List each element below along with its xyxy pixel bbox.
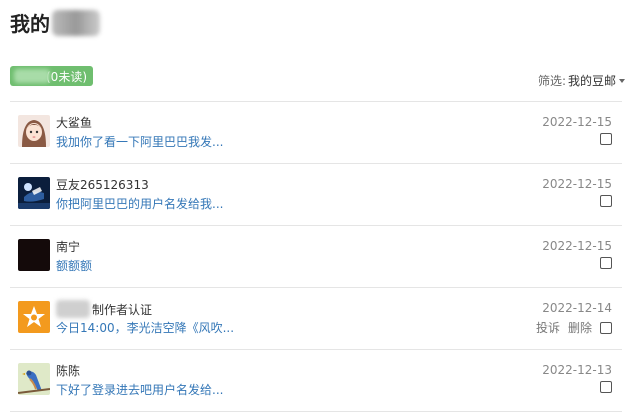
message-preview-link[interactable]: 你把阿里巴巴的用户名发给我... <box>56 195 223 212</box>
message-list: 大鲨鱼 我加你了看一下阿里巴巴我发... 2022-12-15 豆友265126… <box>10 101 622 412</box>
sender-name-text: 制作者认证 <box>92 302 153 317</box>
select-checkbox[interactable] <box>600 195 612 207</box>
unread-count-label: (0未读) <box>46 69 87 84</box>
select-checkbox[interactable] <box>600 257 612 269</box>
report-link[interactable]: 投诉 <box>536 319 560 336</box>
select-checkbox[interactable] <box>600 321 612 334</box>
chevron-down-icon <box>619 79 625 83</box>
bird-avatar-icon[interactable] <box>18 363 50 395</box>
blurred-title-part <box>52 9 100 36</box>
message-preview-link[interactable]: 下好了登录进去吧用户名发给... <box>56 381 223 398</box>
row-actions: 投诉 删除 <box>536 319 612 336</box>
message-row[interactable]: 大鲨鱼 我加你了看一下阿里巴巴我发... 2022-12-15 <box>10 102 622 164</box>
message-date: 2022-12-15 <box>542 177 612 191</box>
message-preview-link[interactable]: 额额额 <box>56 257 92 274</box>
delete-link[interactable]: 删除 <box>568 319 592 336</box>
cartoon-girl-avatar-icon[interactable] <box>18 115 50 147</box>
row-actions <box>600 195 612 207</box>
dark-avatar-icon[interactable] <box>18 239 50 271</box>
message-date: 2022-12-13 <box>542 363 612 377</box>
blue-night-avatar-icon[interactable] <box>18 177 50 209</box>
blurred-tab-label <box>14 69 50 83</box>
filter-selected-value: 我的豆邮 <box>567 74 616 88</box>
sender-name[interactable]: 制作者认证 <box>56 300 152 318</box>
sender-name[interactable]: 大鲨鱼 <box>56 114 92 131</box>
row-actions <box>600 257 612 269</box>
row-actions <box>600 381 612 393</box>
message-row[interactable]: 豆友265126313 你把阿里巴巴的用户名发给我... 2022-12-15 <box>10 164 622 226</box>
filter-control: 筛选: 我的豆邮 <box>538 72 625 89</box>
blurred-sender-part <box>56 300 90 318</box>
message-date: 2022-12-15 <box>542 115 612 129</box>
message-date: 2022-12-14 <box>542 301 612 315</box>
message-preview-link[interactable]: 今日14:00，李光洁空降《风吹... <box>56 319 234 336</box>
row-actions <box>600 133 612 145</box>
message-row[interactable]: 制作者认证 今日14:00，李光洁空降《风吹... 2022-12-14 投诉 … <box>10 288 622 350</box>
orange-star-avatar-icon[interactable] <box>18 301 50 333</box>
sender-name[interactable]: 豆友265126313 <box>56 176 149 193</box>
message-date: 2022-12-15 <box>542 239 612 253</box>
sender-name[interactable]: 陈陈 <box>56 362 80 379</box>
message-preview-link[interactable]: 我加你了看一下阿里巴巴我发... <box>56 133 223 150</box>
filter-dropdown[interactable]: 我的豆邮 <box>568 72 625 89</box>
page-title: 我的 <box>10 8 100 37</box>
message-row[interactable]: 陈陈 下好了登录进去吧用户名发给... 2022-12-13 <box>10 350 622 412</box>
message-row[interactable]: 南宁 额额额 2022-12-15 <box>10 226 622 288</box>
page-title-text: 我的 <box>10 12 50 36</box>
select-checkbox[interactable] <box>600 133 612 145</box>
sender-name[interactable]: 南宁 <box>56 238 80 255</box>
unread-tab-button[interactable]: (0未读) <box>10 66 93 86</box>
select-checkbox[interactable] <box>600 381 612 393</box>
filter-label: 筛选: <box>537 74 566 88</box>
